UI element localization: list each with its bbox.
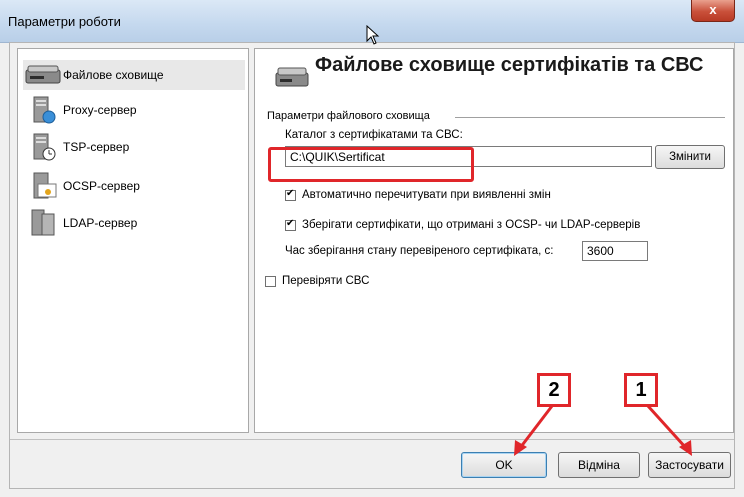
- annotation-arrows: [514, 404, 692, 456]
- arrow-2-line: [518, 405, 554, 449]
- step-badge-1: 1: [624, 373, 658, 407]
- settings-dialog: Параметри роботи x Файлове сховище Proxy…: [0, 0, 744, 497]
- step-badge-2: 2: [537, 373, 571, 407]
- mouse-cursor-icon: [366, 25, 380, 45]
- arrow-1-line: [646, 404, 688, 450]
